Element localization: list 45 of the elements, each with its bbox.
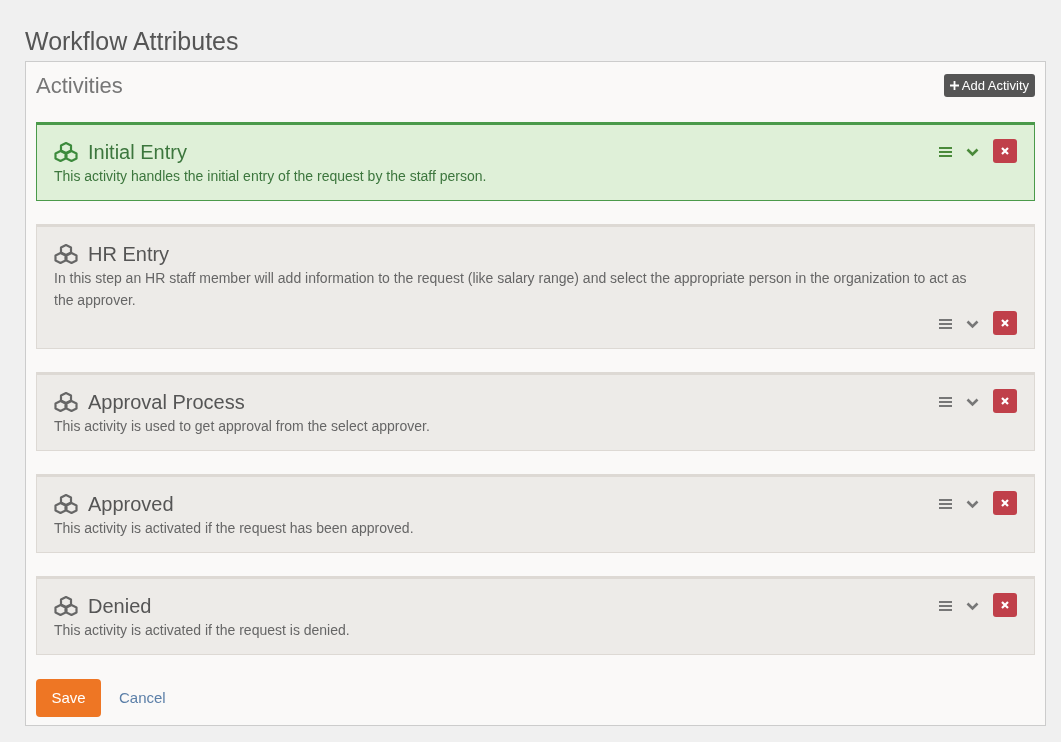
close-icon: [1001, 319, 1009, 327]
activity-description: This activity is activated if the request is denied.: [54, 621, 350, 640]
activity-card[interactable]: Approved This activity is activated if the request has been approved.: [36, 474, 1035, 553]
reorder-icon[interactable]: [939, 601, 952, 611]
activity-title: Denied: [88, 594, 152, 619]
cubes-icon: [54, 596, 78, 616]
plus-icon: [949, 81, 959, 90]
chevron-down-icon[interactable]: [966, 602, 979, 611]
delete-button[interactable]: [993, 311, 1017, 335]
activity-title: Approval Process: [88, 390, 245, 415]
close-icon: [1001, 397, 1009, 405]
activity-title: Initial Entry: [88, 140, 187, 165]
activity-card[interactable]: Initial Entry This activity handles the initial entry of the request by the staff person.: [36, 122, 1035, 201]
reorder-icon[interactable]: [939, 499, 952, 509]
activity-card[interactable]: HR Entry In this step an HR staff member will add information to the request (like salary range) and select the appropriate person in the organization to act as the approver.: [36, 224, 1035, 349]
delete-button[interactable]: [993, 389, 1017, 413]
delete-button[interactable]: [993, 491, 1017, 515]
chevron-down-icon[interactable]: [966, 500, 979, 509]
chevron-down-icon[interactable]: [966, 320, 979, 329]
close-icon: [1001, 601, 1009, 609]
cubes-icon: [54, 392, 78, 412]
cancel-link[interactable]: Cancel: [119, 686, 166, 710]
close-icon: [1001, 499, 1009, 507]
activity-description: In this step an HR staff member will add information to the request (like salary range) and select the appropriate person in the organization to act as the approver.: [54, 269, 968, 310]
cubes-icon: [54, 244, 78, 264]
reorder-icon[interactable]: [939, 319, 952, 329]
chevron-down-icon[interactable]: [966, 148, 979, 157]
activity-title: HR Entry: [88, 242, 170, 267]
panel-title: Activities: [36, 72, 123, 100]
reorder-icon[interactable]: [939, 147, 952, 157]
close-icon: [1001, 147, 1009, 155]
cubes-icon: [54, 142, 78, 162]
add-activity-button[interactable]: Add Activity: [943, 74, 1035, 97]
activity-card[interactable]: Denied This activity is activated if the request is denied.: [36, 576, 1035, 655]
activity-description: This activity handles the initial entry of the request by the staff person.: [54, 167, 487, 186]
reorder-icon[interactable]: [939, 397, 952, 407]
cubes-icon: [54, 494, 78, 514]
activity-description: This activity is activated if the request has been approved.: [54, 519, 414, 538]
activity-title: Approved: [88, 492, 174, 517]
chevron-down-icon[interactable]: [966, 398, 979, 407]
activity-card[interactable]: Approval Process This activity is used to get approval from the select approver.: [36, 372, 1035, 451]
delete-button[interactable]: [993, 593, 1017, 617]
page-title: Workflow Attributes: [25, 26, 240, 56]
activity-description: This activity is used to get approval from the select approver.: [54, 417, 430, 436]
delete-button[interactable]: [993, 139, 1017, 163]
